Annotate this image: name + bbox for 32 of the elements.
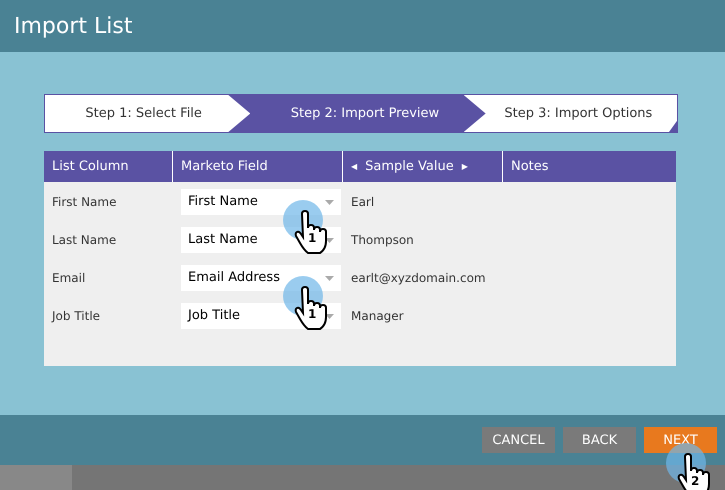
column-header: Notes	[510, 158, 550, 176]
hand-cursor-icon	[293, 286, 329, 330]
caret-icon	[325, 276, 334, 280]
wizard-step[interactable]: Step 1: Select File	[45, 95, 250, 132]
field-dropdown[interactable]: First Name	[181, 189, 341, 215]
window-title: Import List	[14, 12, 132, 40]
table-cell: Thompson	[351, 233, 414, 247]
caret-icon	[325, 314, 334, 318]
table-cell: Last Name	[52, 233, 116, 247]
column-header: List Column	[44, 151, 173, 182]
tab-strip	[0, 465, 72, 490]
table-cell: Email	[52, 271, 86, 285]
table-cell: earlt@xyzdomain.com	[351, 271, 486, 285]
column-title: Sample Value	[365, 158, 454, 176]
caret-icon	[325, 238, 334, 242]
column-header: Marketo Field	[173, 151, 343, 182]
field-dropdown[interactable]: Email Address	[181, 265, 341, 291]
step-number: 2	[691, 474, 700, 487]
hand-cursor-icon	[676, 452, 712, 490]
table-cell: Job Title	[52, 309, 100, 323]
table-cell: First Name	[52, 195, 116, 209]
right-arrow-icon[interactable]: ▶	[462, 160, 468, 172]
step-number: 1	[308, 232, 316, 244]
hand-cursor-icon	[293, 210, 329, 254]
footer-button[interactable]: BACK	[563, 427, 636, 454]
left-arrow-icon[interactable]: ◀	[351, 160, 358, 172]
caret-icon	[325, 200, 334, 204]
wizard-step[interactable]: Step 3: Import Options	[464, 95, 677, 132]
table-cell: Earl	[351, 195, 374, 209]
footer-button[interactable]: CANCEL	[482, 427, 555, 454]
table-cell: Manager	[351, 309, 404, 323]
step-number: 1	[308, 308, 316, 320]
